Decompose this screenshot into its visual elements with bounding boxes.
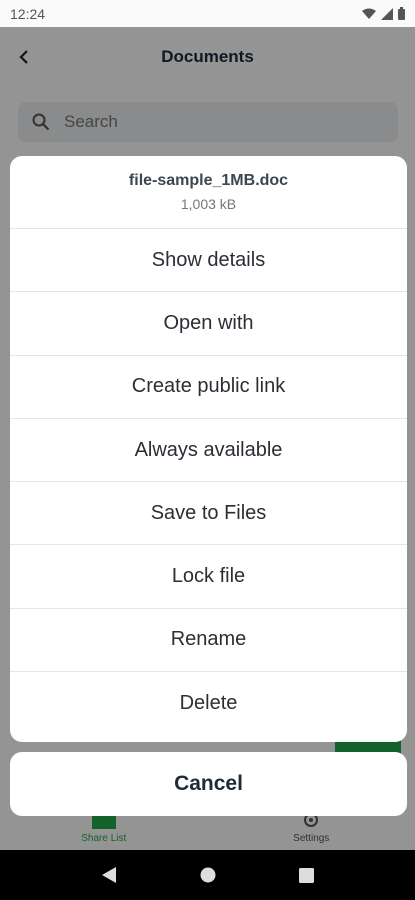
- system-nav-bar: [0, 850, 415, 900]
- nav-home-icon[interactable]: [200, 867, 216, 883]
- wifi-icon: [362, 8, 376, 19]
- battery-icon: [398, 7, 405, 20]
- save-to-files-button[interactable]: Save to Files: [10, 482, 407, 546]
- open-with-button[interactable]: Open with: [10, 292, 407, 356]
- rename-button[interactable]: Rename: [10, 609, 407, 673]
- status-icons: [362, 7, 405, 20]
- status-time: 12:24: [10, 5, 46, 22]
- delete-button[interactable]: Delete: [10, 672, 407, 735]
- nav-back-icon[interactable]: [101, 866, 117, 884]
- cancel-button[interactable]: Cancel: [10, 752, 407, 816]
- action-sheet-header: file-sample_1MB.doc 1,003 kB: [10, 156, 407, 229]
- signal-icon: [381, 7, 393, 20]
- action-sheet: file-sample_1MB.doc 1,003 kB Show detail…: [10, 156, 407, 742]
- file-name: file-sample_1MB.doc: [128, 172, 289, 189]
- file-size: 1,003 kB: [180, 196, 237, 212]
- create-public-link-button[interactable]: Create public link: [10, 356, 407, 419]
- lock-file-button[interactable]: Lock file: [10, 545, 407, 609]
- status-bar: 12:24: [0, 0, 415, 27]
- show-details-button[interactable]: Show details: [10, 229, 407, 293]
- always-available-button[interactable]: Always available: [10, 419, 407, 483]
- nav-recents-icon[interactable]: [298, 867, 314, 883]
